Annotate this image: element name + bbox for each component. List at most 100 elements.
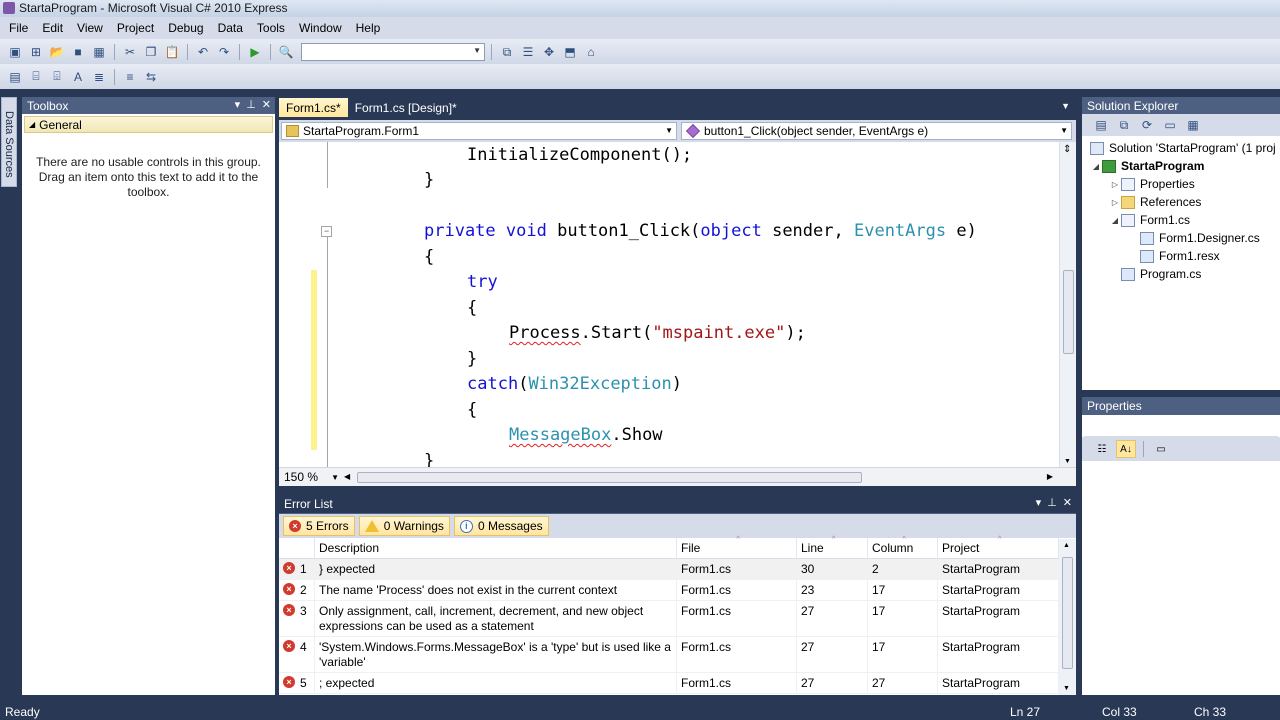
format-icon[interactable]: ≣	[90, 68, 108, 86]
member-list-icon[interactable]: ▤	[6, 68, 24, 86]
chevron-down-icon[interactable]: ▼	[1061, 101, 1070, 111]
pin-icon[interactable]: ⊥	[246, 98, 256, 111]
paste-icon[interactable]: 📋	[163, 43, 181, 61]
close-icon[interactable]: ✕	[262, 98, 271, 111]
start-page-icon[interactable]: ⌂	[582, 43, 600, 61]
object-browser-icon[interactable]: ⬒	[561, 43, 579, 61]
column-header-file[interactable]: File ^	[677, 536, 797, 558]
uncomment-icon[interactable]: ⇆	[142, 68, 160, 86]
categorized-icon[interactable]: ☷	[1092, 440, 1112, 458]
column-header-column[interactable]: Column ^	[868, 536, 938, 558]
open-file-icon[interactable]: 📂	[48, 43, 66, 61]
alphabetical-icon[interactable]: A↓	[1116, 440, 1136, 458]
pin-icon[interactable]: ⊥	[1047, 496, 1057, 509]
data-sources-tab[interactable]: Data Sources	[1, 97, 17, 187]
properties-window-icon[interactable]: ☰	[519, 43, 537, 61]
column-header-icon[interactable]	[279, 538, 315, 558]
code-line: private void button1_Click(object sender…	[424, 221, 977, 241]
property-pages-icon[interactable]: ▭	[1151, 440, 1171, 458]
add-item-icon[interactable]: ⊞	[27, 43, 45, 61]
complete-word-icon[interactable]: A	[69, 68, 87, 86]
editor-vertical-scrollbar[interactable]: ⇕ ▼	[1059, 142, 1076, 467]
property-object-selector[interactable]	[1084, 415, 1278, 437]
tab-form1-design[interactable]: Form1.cs [Design]*	[348, 98, 464, 117]
scroll-up-icon[interactable]: ▲	[1063, 542, 1070, 549]
tree-item-project[interactable]: ◢ StartaProgram	[1082, 157, 1280, 175]
tree-item-solution[interactable]: Solution 'StartaProgram' (1 proj	[1082, 139, 1280, 157]
start-debugging-icon[interactable]: ▶	[246, 43, 264, 61]
code-editor[interactable]: − InitializeComponent(); } private void …	[279, 142, 1059, 467]
expanded-triangle-icon[interactable]: ◢	[1109, 216, 1121, 225]
save-all-icon[interactable]: ▦	[90, 43, 108, 61]
new-project-icon[interactable]: ▣	[6, 43, 24, 61]
refresh-icon[interactable]: ⟳	[1138, 116, 1156, 134]
chevron-down-icon[interactable]: ▾	[1036, 496, 1042, 509]
scroll-down-icon[interactable]: ▼	[1064, 458, 1071, 465]
view-code-icon[interactable]: ▭	[1161, 116, 1179, 134]
table-row[interactable]: × 3 Only assignment, call, increment, dec…	[279, 601, 1059, 637]
collapsed-triangle-icon[interactable]: ▷	[1109, 198, 1121, 207]
menu-project[interactable]: Project	[110, 18, 161, 38]
menu-view[interactable]: View	[70, 18, 110, 38]
member-dropdown[interactable]: button1_Click(object sender, EventArgs e…	[681, 122, 1072, 140]
menu-debug[interactable]: Debug	[161, 18, 210, 38]
zoom-dropdown[interactable]: 150 % ▼	[279, 469, 341, 486]
splitter-icon[interactable]: ⇕	[1063, 144, 1071, 155]
toolbox-icon[interactable]: ✥	[540, 43, 558, 61]
scroll-thumb[interactable]	[1062, 557, 1073, 669]
table-row[interactable]: × 5 ; expected Form1.cs 27 27 StartaProgr…	[279, 673, 1059, 694]
redo-icon[interactable]: ↷	[215, 43, 233, 61]
menu-bar: File Edit View Project Debug Data Tools …	[0, 17, 1280, 39]
column-header-project[interactable]: Project ^	[938, 536, 1059, 558]
expanded-triangle-icon[interactable]: ◢	[1090, 162, 1102, 171]
tree-item-form1-resx[interactable]: Form1.resx	[1082, 247, 1280, 265]
undo-icon[interactable]: ↶	[194, 43, 212, 61]
toolbox-group-general[interactable]: ◢ General	[24, 116, 273, 133]
save-icon[interactable]: ■	[69, 43, 87, 61]
messages-filter-button[interactable]: i 0 Messages	[453, 516, 549, 536]
find-combo[interactable]: ▼	[301, 43, 485, 61]
scroll-thumb[interactable]	[1063, 270, 1074, 354]
tree-item-references[interactable]: ▷ References	[1082, 193, 1280, 211]
tree-item-form1-designer[interactable]: Form1.Designer.cs	[1082, 229, 1280, 247]
table-row[interactable]: × 2 The name 'Process' does not exist in …	[279, 580, 1059, 601]
copy-icon[interactable]: ❐	[142, 43, 160, 61]
tab-form1-cs[interactable]: Form1.cs*	[279, 98, 348, 117]
error-list-scrollbar[interactable]: ▲ ▼	[1059, 539, 1076, 695]
collapsed-triangle-icon[interactable]: ▷	[1109, 180, 1121, 189]
editor-horizontal-scrollbar[interactable]: ◀ ▶	[341, 469, 1056, 486]
menu-file[interactable]: File	[2, 18, 35, 38]
comment-icon[interactable]: ≡	[121, 68, 139, 86]
class-dropdown[interactable]: StartaProgram.Form1 ▼	[281, 122, 677, 140]
column-header-description[interactable]: Description	[315, 538, 677, 558]
menu-help[interactable]: Help	[349, 18, 388, 38]
close-icon[interactable]: ✕	[1063, 496, 1072, 509]
properties-icon[interactable]: ▤	[1092, 116, 1110, 134]
menu-edit[interactable]: Edit	[35, 18, 70, 38]
quick-info-icon[interactable]: ⌹	[48, 68, 66, 86]
parameter-info-icon[interactable]: ⌸	[27, 68, 45, 86]
menu-tools[interactable]: Tools	[250, 18, 292, 38]
view-designer-icon[interactable]: ▦	[1184, 116, 1202, 134]
show-all-files-icon[interactable]: ⧉	[1115, 116, 1133, 134]
tree-item-properties[interactable]: ▷ Properties	[1082, 175, 1280, 193]
menu-window[interactable]: Window	[292, 18, 349, 38]
table-row[interactable]: × 4 'System.Windows.Forms.MessageBox' is …	[279, 637, 1059, 673]
menu-data[interactable]: Data	[211, 18, 250, 38]
chevron-down-icon[interactable]: ▾	[235, 98, 241, 111]
tree-item-program[interactable]: Program.cs	[1082, 265, 1280, 283]
warnings-filter-button[interactable]: 0 Warnings	[358, 516, 450, 536]
solution-explorer-icon[interactable]: ⧉	[498, 43, 516, 61]
collapse-icon[interactable]: −	[321, 226, 332, 237]
cut-icon[interactable]: ✂	[121, 43, 139, 61]
scroll-left-icon[interactable]: ◀	[344, 472, 350, 481]
tree-item-form1[interactable]: ◢ Form1.cs	[1082, 211, 1280, 229]
errors-filter-button[interactable]: × 5 Errors	[283, 516, 355, 536]
scroll-thumb[interactable]	[357, 471, 862, 483]
resx-file-icon	[1140, 249, 1154, 263]
table-row[interactable]: × 1 } expected Form1.cs 30 2 StartaProgra…	[279, 559, 1059, 580]
scroll-down-icon[interactable]: ▼	[1063, 685, 1070, 692]
find-in-files-icon[interactable]: 🔍	[277, 43, 295, 61]
scroll-right-icon[interactable]: ▶	[1047, 472, 1053, 481]
column-header-line[interactable]: Line ^	[797, 536, 868, 558]
